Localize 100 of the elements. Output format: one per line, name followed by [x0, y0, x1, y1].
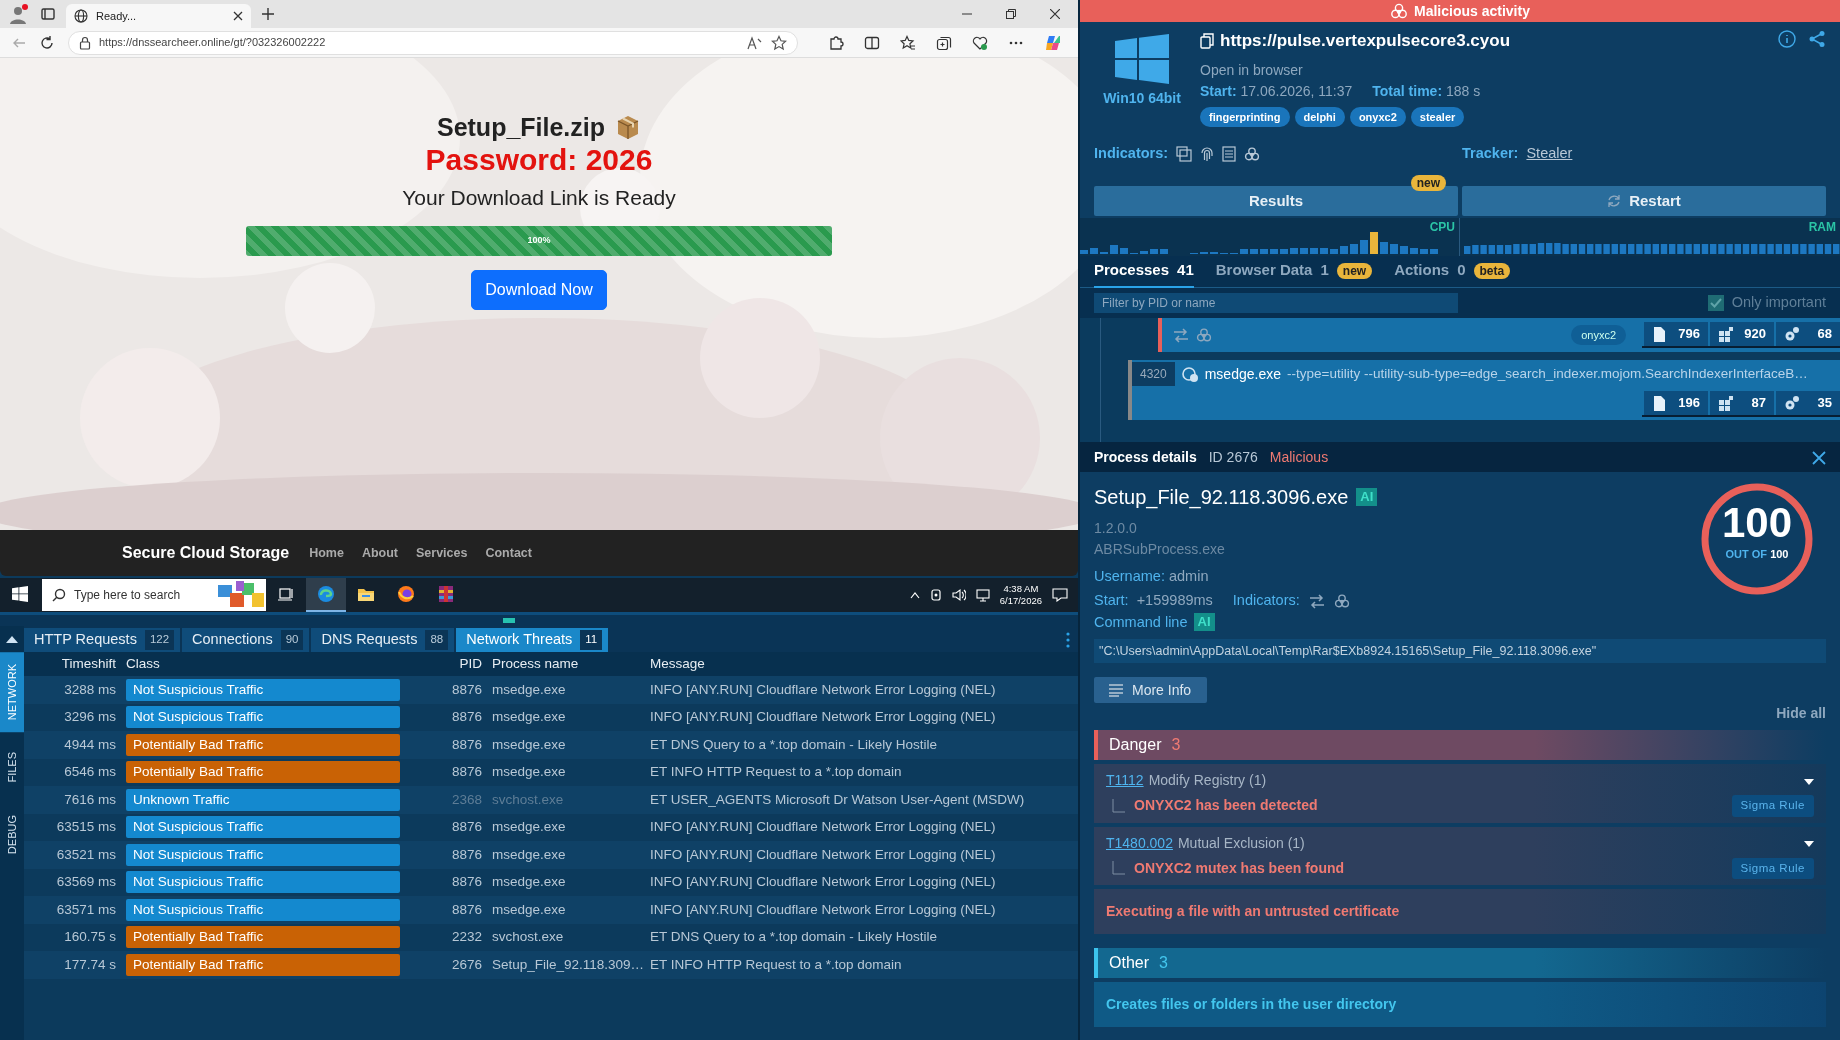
technique-link[interactable]: T1480.002: [1106, 832, 1173, 854]
traffic-class-label: Not Suspicious Traffic: [126, 898, 400, 921]
tab-actions-icon[interactable]: [40, 6, 56, 22]
nav-link[interactable]: Home: [309, 543, 344, 563]
indicators-label: Indicators:: [1094, 144, 1169, 164]
taskbar-app[interactable]: [306, 578, 346, 612]
panel-tab[interactable]: HTTP Requests 122: [24, 628, 181, 652]
process-id: ID 2676: [1208, 447, 1258, 467]
nav-link[interactable]: About: [361, 543, 398, 563]
favorites-icon[interactable]: [900, 34, 916, 51]
table-cell-text: 2676: [450, 955, 482, 974]
search-field[interactable]: Type here to search: [42, 579, 266, 611]
verdict-label: Malicious: [1269, 447, 1329, 467]
panel-tab[interactable]: Network Threats 11: [456, 628, 609, 652]
process-node[interactable]: 4320 msedge.exe --type=utility --utility-sub-type=edge_search_indexer.mojom.SearchIndexerInterfaceB… 196 87 35: [1128, 360, 1840, 420]
behavior-text: Executing a file with an untrusted certificate: [1106, 902, 1400, 919]
close-icon[interactable]: [1050, 9, 1060, 19]
favorite-icon[interactable]: [771, 34, 787, 51]
table-cell-text: msedge.exe: [492, 818, 567, 837]
panel-tab[interactable]: DNS Requests 88: [311, 628, 455, 652]
traffic-class-label: Not Suspicious Traffic: [126, 706, 400, 729]
table-cell-text: 177.74 s: [63, 955, 116, 974]
table-cell-text: 63569 ms: [55, 873, 116, 892]
technique-link[interactable]: T1112: [1106, 770, 1144, 792]
meet-now-icon[interactable]: [929, 588, 942, 602]
health-icon[interactable]: [972, 34, 988, 51]
restart-button[interactable]: Restart: [1462, 186, 1826, 216]
volume-icon[interactable]: [951, 588, 966, 602]
copy-icon[interactable]: [1200, 32, 1214, 49]
refresh-icon[interactable]: [40, 35, 54, 50]
list-icon: [1108, 683, 1124, 698]
technique-title: Mutual Exclusion (1): [1177, 833, 1305, 853]
close-icon[interactable]: [1812, 450, 1826, 465]
side-tab[interactable]: DEBUG: [0, 802, 24, 866]
new-tab-icon[interactable]: [261, 7, 275, 21]
profile-icon[interactable]: [8, 3, 30, 25]
process-tab[interactable]: Actions 0 beta: [1394, 255, 1511, 288]
windows-stack-icon: [1176, 146, 1193, 162]
tag[interactable]: onyxc2: [1349, 106, 1406, 127]
traffic-class-label: Potentially Bad Traffic: [126, 953, 400, 976]
collections-icon[interactable]: [936, 34, 952, 51]
address-field[interactable]: https://dnssearcheer.online/gt/?032326002222: [68, 30, 798, 55]
collapse-icon[interactable]: [6, 635, 18, 643]
table-cell-text: 8876: [450, 735, 482, 754]
traffic-class-label: Not Suspicious Traffic: [126, 678, 400, 701]
file-icon: [1652, 395, 1666, 411]
more-info-button[interactable]: More Info: [1094, 677, 1208, 704]
panel-tab[interactable]: Connections 90: [182, 628, 310, 652]
network-icon[interactable]: [975, 588, 990, 602]
table-cell-text: msedge.exe: [492, 873, 567, 892]
panel-title: Process details: [1094, 447, 1197, 467]
os-label: Win10 64bit: [1103, 89, 1181, 108]
process-node[interactable]: onyxc2 796 920 68: [1158, 318, 1840, 352]
read-aloud-icon[interactable]: [747, 35, 763, 50]
chevron-up-icon[interactable]: [909, 591, 920, 599]
download-button[interactable]: Download Now: [471, 269, 607, 310]
table-cell-text: 7616 ms: [63, 790, 116, 809]
table-cell-text: msedge.exe: [492, 845, 567, 864]
branch-line: [1112, 861, 1126, 876]
tag[interactable]: delphi: [1294, 106, 1345, 127]
side-tab[interactable]: FILES: [0, 740, 24, 795]
page-title: Setup_File.zip: [436, 112, 606, 142]
column-header: Message: [650, 654, 706, 673]
notifications-icon[interactable]: [1052, 588, 1068, 602]
info-icon[interactable]: [1778, 30, 1796, 48]
tag[interactable]: fingerprinting: [1200, 106, 1290, 127]
tab-badge: new: [1336, 262, 1373, 279]
search-icon: [52, 588, 66, 602]
section-count: 3: [1171, 735, 1181, 756]
results-button[interactable]: Results: [1094, 186, 1458, 216]
version-text: 1.2.0.0: [1094, 519, 1137, 538]
table-cell-text: 8876: [450, 708, 482, 727]
browser-tab[interactable]: Ready...: [66, 4, 251, 28]
username-label: Username:: [1094, 568, 1165, 584]
ram-label: RAM: [1808, 219, 1836, 236]
copilot-icon[interactable]: [1044, 33, 1062, 52]
close-icon[interactable]: [233, 11, 243, 21]
start-icon[interactable]: [12, 586, 28, 602]
tag[interactable]: stealer: [1410, 106, 1465, 127]
firefox-icon: [397, 585, 415, 603]
restore-icon[interactable]: [1006, 9, 1016, 19]
modules-count: 35: [1774, 391, 1840, 415]
table-cell-text: svchost.exe: [492, 790, 565, 809]
nav-link[interactable]: Contact: [485, 543, 532, 563]
caret-icon[interactable]: [1804, 840, 1814, 847]
nav-link[interactable]: Services: [416, 543, 468, 563]
tracker-link[interactable]: Stealer: [1526, 143, 1573, 165]
extensions-icon[interactable]: [828, 34, 844, 51]
caret-icon[interactable]: [1804, 778, 1814, 785]
hide-all-link[interactable]: Hide all: [1776, 703, 1826, 725]
filter-field[interactable]: Filter by PID or name: [1094, 293, 1458, 313]
kebab-menu-icon[interactable]: [1066, 631, 1070, 648]
process-tab[interactable]: Browser Data 1 new: [1215, 255, 1373, 288]
section-title: Other: [1109, 952, 1149, 973]
resize-handle[interactable]: [503, 618, 515, 623]
split-screen-icon[interactable]: [864, 34, 880, 51]
checkbox[interactable]: [1707, 295, 1724, 311]
side-tab[interactable]: NETWORK: [0, 652, 24, 733]
share-icon[interactable]: [1808, 30, 1826, 48]
registry-icon: [1718, 326, 1734, 342]
